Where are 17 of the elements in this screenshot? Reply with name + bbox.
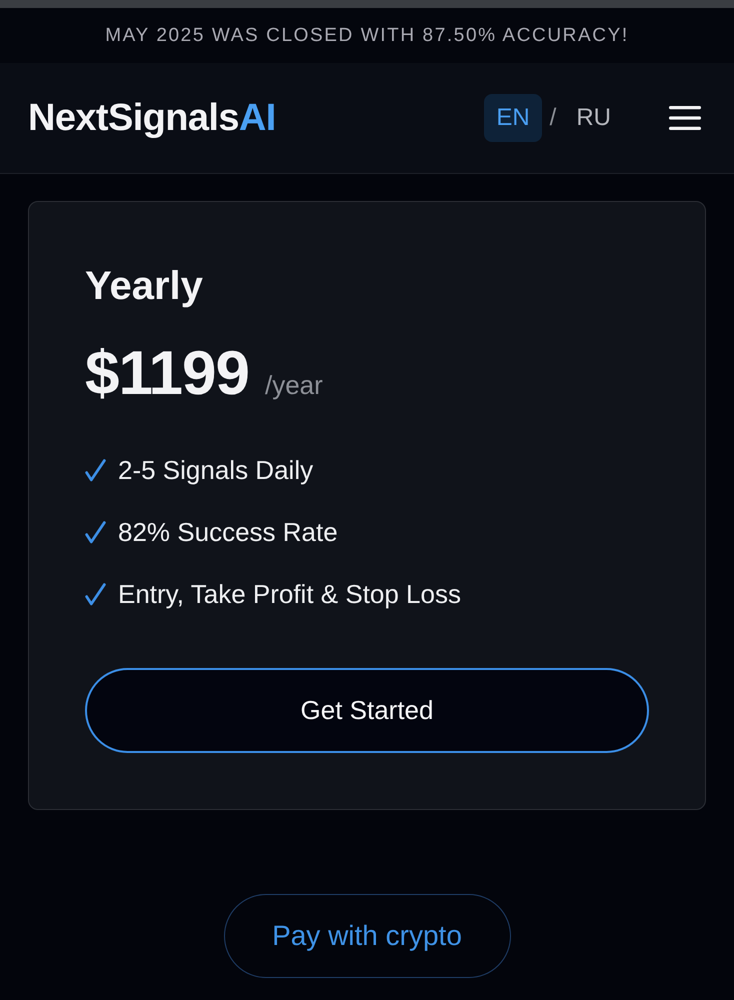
language-option[interactable]: EN	[484, 94, 542, 142]
language-option[interactable]: RU	[564, 94, 623, 142]
feature-text: 82% Success Rate	[118, 516, 338, 549]
check-icon	[85, 520, 106, 544]
check-icon	[85, 582, 106, 606]
price-period: /year	[265, 370, 323, 401]
get-started-button[interactable]: Get Started	[85, 668, 649, 753]
feature-text: Entry, Take Profit & Stop Loss	[118, 578, 461, 611]
menu-icon[interactable]	[669, 106, 701, 130]
price: $1199	[85, 340, 249, 408]
plan-name: Yearly	[85, 263, 203, 310]
pay-with-crypto-button[interactable]: Pay with crypto	[224, 894, 510, 978]
announcement-text: MAY 2025 WAS CLOSED WITH 87.50% ACCURACY!	[105, 24, 629, 46]
feature-text: 2-5 Signals Daily	[118, 454, 314, 487]
logo[interactable]: NextSignalsAI	[28, 96, 276, 140]
language-separator: /	[550, 104, 556, 132]
check-icon	[85, 458, 106, 482]
